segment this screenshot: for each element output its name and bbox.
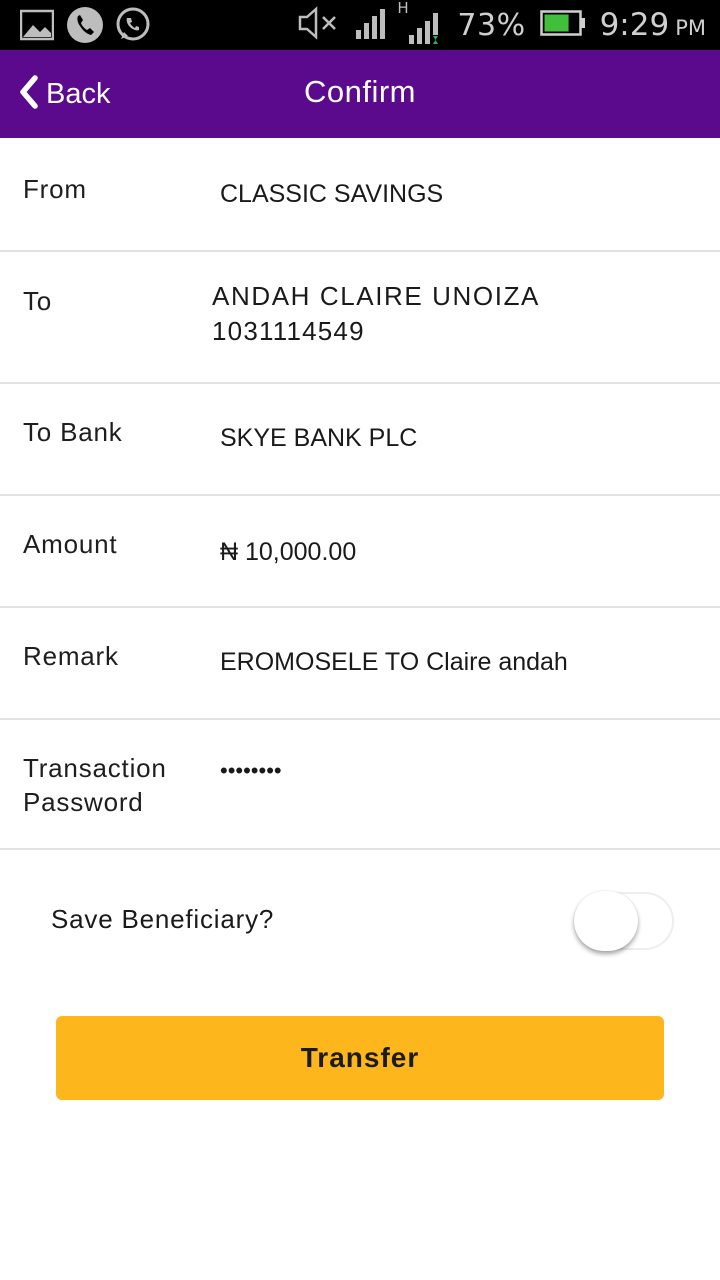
to-account-value: 1031114549 [212, 316, 365, 346]
whatsapp-icon [114, 6, 152, 44]
remark-label: Remark [23, 641, 119, 671]
remark-value: EROMOSELE TO Claire andah [220, 648, 568, 676]
app-bar: Back Confirm [0, 50, 720, 138]
password-value: •••••••• [220, 758, 282, 783]
to-label: To [23, 286, 53, 316]
password-label-line2: Password [23, 787, 144, 817]
to-bank-value: SKYE BANK PLC [220, 424, 418, 452]
save-beneficiary-row: Save Beneficiary? [0, 870, 720, 970]
from-row: From CLASSIC SAVINGS [0, 138, 720, 252]
phone-icon [66, 6, 104, 44]
transfer-button[interactable]: Transfer [56, 1016, 664, 1100]
battery-percent: 73% [457, 7, 526, 43]
password-row: Transaction Password •••••••• [0, 720, 720, 850]
notification-icons [18, 6, 152, 44]
transfer-button-label: Transfer [300, 1042, 420, 1073]
from-value: CLASSIC SAVINGS [220, 180, 444, 208]
amount-row: Amount ₦ 10,000.00 [0, 496, 720, 608]
image-icon [18, 6, 56, 44]
mute-icon [297, 5, 341, 45]
toggle-knob [574, 891, 638, 951]
clock: 9:29 PM [599, 7, 706, 43]
save-beneficiary-label: Save Beneficiary? [51, 904, 275, 934]
signal-h-icon: H [397, 0, 443, 45]
signal-icon [355, 6, 389, 45]
save-beneficiary-toggle[interactable] [574, 890, 676, 952]
to-bank-label: To Bank [23, 417, 123, 447]
page-title: Confirm [303, 74, 416, 109]
battery-icon [539, 9, 586, 41]
to-row: To ANDAH CLAIRE UNOIZA 1031114549 [0, 252, 720, 384]
to-bank-row: To Bank SKYE BANK PLC [0, 384, 720, 496]
amount-label: Amount [23, 529, 118, 559]
to-name-value: ANDAH CLAIRE UNOIZA [212, 281, 541, 311]
system-indicators: H 73% 9:29 PM [297, 0, 706, 50]
remark-row: Remark EROMOSELE TO Claire andah [0, 608, 720, 720]
amount-value: ₦ 10,000.00 [220, 538, 357, 566]
from-label: From [23, 174, 87, 204]
password-label-line1: Transaction [23, 753, 167, 783]
status-bar: H 73% 9:29 PM [0, 0, 720, 50]
